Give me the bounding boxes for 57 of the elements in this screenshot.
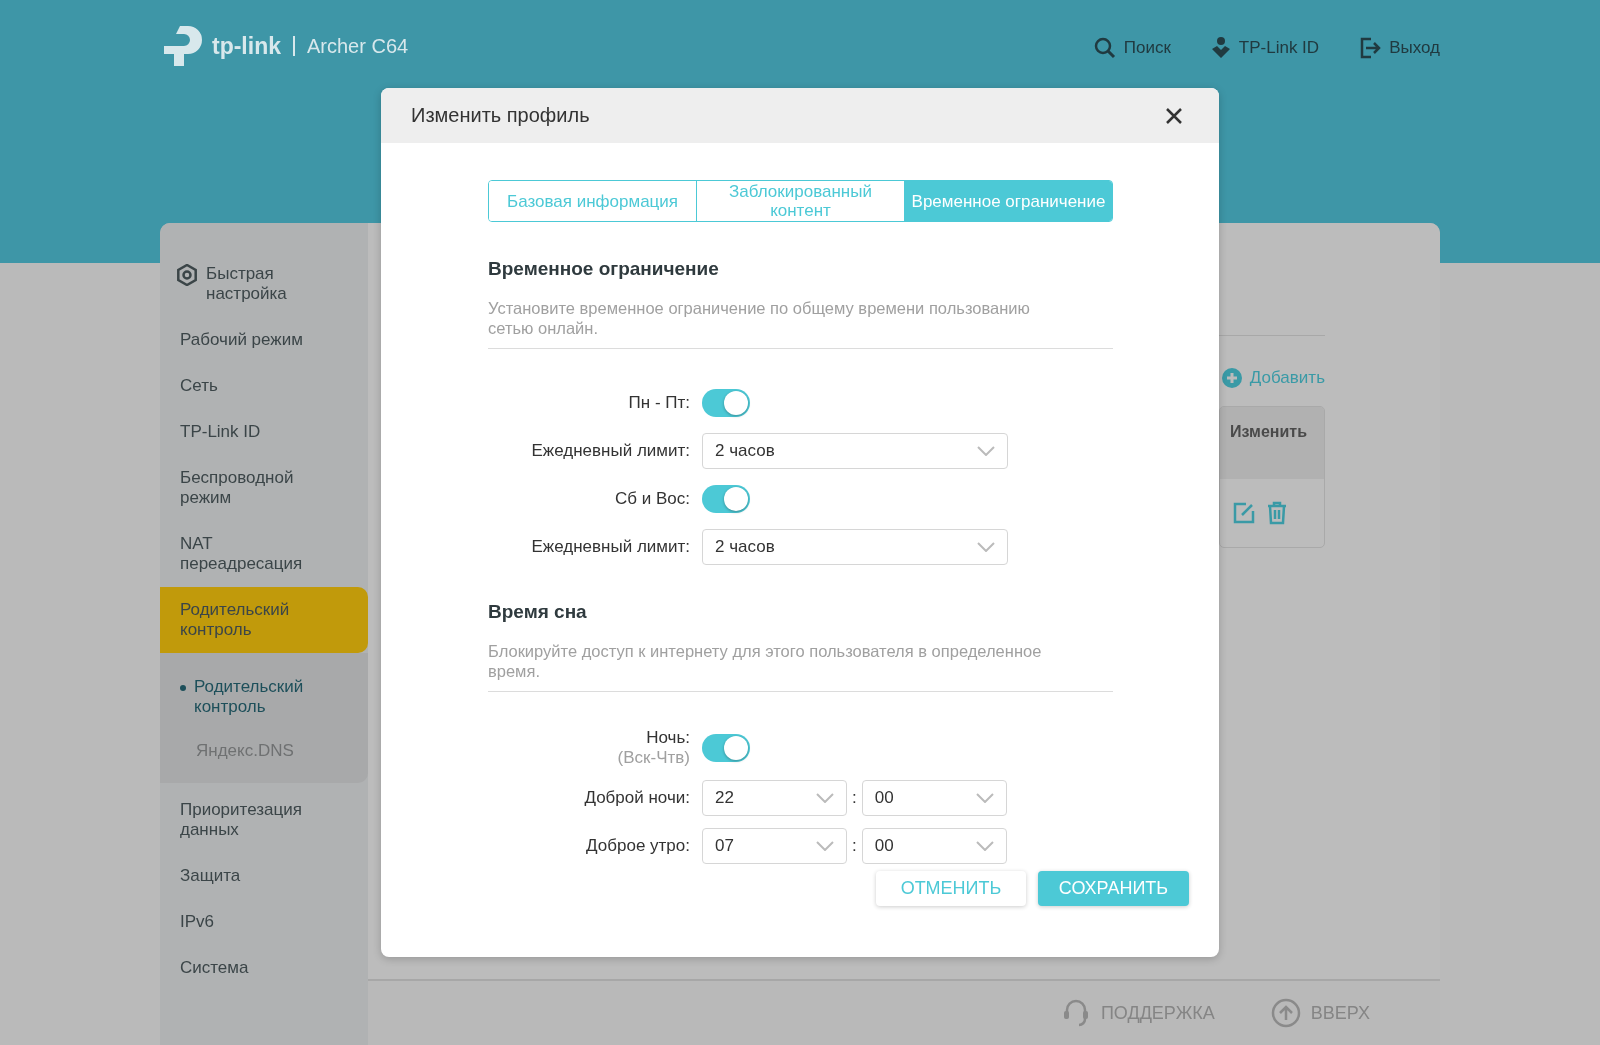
submenu-item[interactable]: Родительский контроль (160, 665, 368, 729)
edit-icon[interactable] (1232, 501, 1256, 525)
sidebar-item[interactable]: Быстрая настройка (160, 251, 368, 317)
sidebar-item[interactable]: NAT переадресация (160, 521, 368, 587)
field-label: Доброе утро: (586, 836, 690, 856)
field-label: Пн - Пт: (628, 393, 690, 413)
sidebar-item[interactable]: Защита (160, 853, 368, 899)
brand-name: tp-link (212, 32, 281, 60)
header-link[interactable]: Поиск (1093, 36, 1171, 60)
dropdown[interactable]: 2 часов (702, 529, 1008, 565)
section-heading: Время сна (488, 601, 588, 623)
bullet-icon (180, 685, 186, 691)
field-label: Ежедневный лимит: (531, 441, 690, 461)
gear-icon (176, 264, 198, 286)
chevron-down-icon (975, 793, 994, 803)
field-label: Ночь: (646, 728, 690, 748)
header-link[interactable]: TP-Link ID (1210, 36, 1320, 60)
chevron-down-icon (816, 841, 834, 851)
toggle-switch[interactable] (702, 734, 750, 762)
section-description: Блокируйте доступ к интернету для этого пользователя в определенное время. (488, 641, 1113, 692)
toggle-switch[interactable] (702, 389, 750, 417)
dropdown[interactable]: 00 (861, 780, 1007, 816)
section-description: Установите временное ограничение по общему времени пользованию сетью онлайн. (488, 298, 1113, 349)
sidebar-item[interactable]: Система (160, 945, 368, 991)
field-label: Сб и Вос: (615, 489, 690, 509)
dialog-title: Изменить профиль (411, 104, 590, 127)
dropdown[interactable]: 2 часов (702, 433, 1008, 469)
field-sublabel: (Вск-Чтв) (617, 748, 690, 768)
sidebar-item[interactable]: Сеть (160, 363, 368, 409)
sidebar-item[interactable]: TP-Link ID (160, 409, 368, 455)
dropdown[interactable]: 22 (702, 780, 847, 816)
plus-circle-icon (1221, 368, 1242, 388)
close-icon[interactable] (1165, 106, 1183, 125)
toggle-switch[interactable] (702, 485, 750, 513)
search-icon (1093, 37, 1116, 59)
sidebar-item[interactable]: IPv6 (160, 899, 368, 945)
chevron-down-icon (975, 841, 994, 851)
header-link[interactable]: Выход (1359, 36, 1440, 60)
table-header: Изменить (1230, 423, 1307, 440)
logout-icon (1359, 37, 1382, 59)
sidebar-item[interactable]: Беспроводной режим (160, 455, 368, 521)
chevron-down-icon (977, 446, 995, 456)
field-label: Доброй ночи: (584, 788, 690, 808)
sidebar-item[interactable]: Рабочий режим (160, 317, 368, 363)
trash-icon[interactable] (1266, 501, 1288, 525)
time-separator: : (852, 788, 857, 808)
model-name: Archer C64 (307, 34, 409, 58)
field-label: Ежедневный лимит: (531, 537, 690, 557)
sidebar-item[interactable]: Приоритезация данных (160, 787, 368, 853)
section-heading: Временное ограничение (488, 258, 720, 280)
chevron-down-icon (977, 542, 995, 552)
chevron-down-icon (816, 793, 834, 803)
user-icon (1210, 36, 1231, 60)
sidebar-item[interactable]: Родительский контроль (160, 587, 368, 653)
time-separator: : (852, 836, 857, 856)
dropdown[interactable]: 00 (861, 828, 1007, 864)
dropdown[interactable]: 07 (702, 828, 847, 864)
